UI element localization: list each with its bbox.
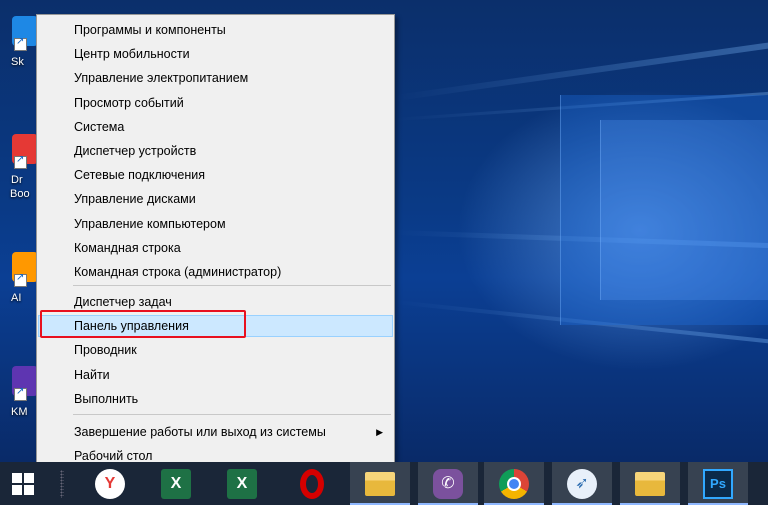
yandex-icon-glyph: Y <box>104 475 116 492</box>
menu-item-label: Командная строка <box>74 240 181 255</box>
excel-sheet-icon: X <box>227 469 257 499</box>
taskbar-file-explorer-button[interactable] <box>350 462 410 505</box>
menu-item-label: Управление дисками <box>74 192 196 207</box>
menu-item-label: Найти <box>74 367 110 382</box>
menu-item[interactable]: Сетевые подключения <box>38 164 393 186</box>
taskbar-viber-button[interactable]: ✆ <box>418 462 478 505</box>
excel-icon-glyph: X <box>170 475 182 492</box>
menu-item[interactable]: Выполнить <box>38 388 393 410</box>
start-button[interactable] <box>12 473 34 495</box>
opera-icon <box>300 469 324 499</box>
highlight-annotation-box <box>40 310 246 338</box>
menu-item-label: Система <box>74 119 125 134</box>
submenu-arrow-icon: ▶ <box>376 427 383 437</box>
menu-separator <box>73 414 391 415</box>
menu-item-label: Выполнить <box>74 391 139 406</box>
menu-item[interactable]: Программы и компоненты <box>38 19 393 41</box>
menu-item-label: Диспетчер задач <box>74 295 172 309</box>
excel-sheet-icon-glyph: X <box>236 475 248 492</box>
windows-logo-icon <box>12 473 22 483</box>
menu-item[interactable]: Система <box>38 116 393 138</box>
yandex-icon: Y <box>95 469 125 499</box>
folder-icon <box>635 472 665 496</box>
menu-item[interactable]: Управление электропитанием <box>38 67 393 89</box>
menu-item-label: Командная строка (администратор) <box>74 265 282 279</box>
taskbar-excel-button[interactable]: X <box>146 462 206 505</box>
taskbar-photoshop-button[interactable]: Ps <box>688 462 748 505</box>
menu-item-label: Программы и компоненты <box>74 23 226 37</box>
viber-icon: ✆ <box>433 469 463 499</box>
shortcut-arrow-icon <box>14 154 27 169</box>
viber-icon-glyph: ✆ <box>441 475 455 492</box>
excel-icon: X <box>161 469 191 499</box>
folder-icon <box>365 472 395 496</box>
menu-item[interactable]: Диспетчер устройств <box>38 140 393 162</box>
swallow-icon: ➶ <box>567 469 597 499</box>
menu-item-label: Центр мобильности <box>74 47 190 62</box>
shortcut-arrow-icon <box>14 386 27 401</box>
menu-item-label: Просмотр событий <box>74 95 184 110</box>
menu-item-label: Сетевые подключения <box>74 168 206 183</box>
menu-item[interactable]: Просмотр событий <box>38 92 393 114</box>
taskbar-grip <box>60 470 64 498</box>
photoshop-icon-glyph: Ps <box>710 476 726 491</box>
menu-item[interactable]: Управление дисками <box>38 188 393 210</box>
taskbar-opera-button[interactable] <box>282 462 342 505</box>
chrome-icon <box>499 469 529 499</box>
taskbar-excel-2-button[interactable]: X <box>212 462 272 505</box>
desktop-shortcut-label: Dr <box>11 174 23 186</box>
taskbar-chrome-button[interactable] <box>484 462 544 505</box>
shortcut-arrow-icon <box>14 272 27 287</box>
menu-item[interactable]: Командная строка (администратор) <box>38 261 393 283</box>
taskbar-yandex-browser-button[interactable]: Y <box>80 462 140 505</box>
desktop-shortcut-label: KM <box>11 406 28 418</box>
photoshop-icon: Ps <box>703 469 733 499</box>
menu-item[interactable]: Завершение работы или выход из системы ▶ <box>38 421 393 443</box>
swallow-icon-glyph: ➶ <box>575 475 589 492</box>
menu-item[interactable]: Управление компьютером <box>38 213 393 235</box>
menu-item-label: Диспетчер устройств <box>74 144 197 158</box>
menu-item[interactable]: Командная строка <box>38 237 393 259</box>
taskbar-file-explorer-2-button[interactable] <box>620 462 680 505</box>
shortcut-arrow-icon <box>14 36 27 51</box>
winx-context-menu: Программы и компоненты Центр мобильности У… <box>36 14 395 470</box>
menu-item-label: Управление компьютером <box>74 216 226 231</box>
menu-separator <box>73 285 391 286</box>
menu-item[interactable]: Центр мобильности <box>38 43 393 65</box>
taskbar: Y X X ✆ ➶ Ps <box>0 462 768 505</box>
menu-item-label: Завершение работы или выход из системы <box>74 425 326 439</box>
desktop-shortcut-label: AI <box>11 292 22 304</box>
taskbar-messenger-button[interactable]: ➶ <box>552 462 612 505</box>
menu-item-label: Проводник <box>74 343 137 358</box>
menu-item[interactable]: Найти <box>38 364 393 386</box>
menu-item[interactable]: Проводник <box>38 339 393 361</box>
menu-item-label: Управление электропитанием <box>74 71 249 86</box>
desktop-shortcut-label-line2: Boo <box>10 188 30 200</box>
desktop-shortcut-label: Sk <box>11 56 24 68</box>
